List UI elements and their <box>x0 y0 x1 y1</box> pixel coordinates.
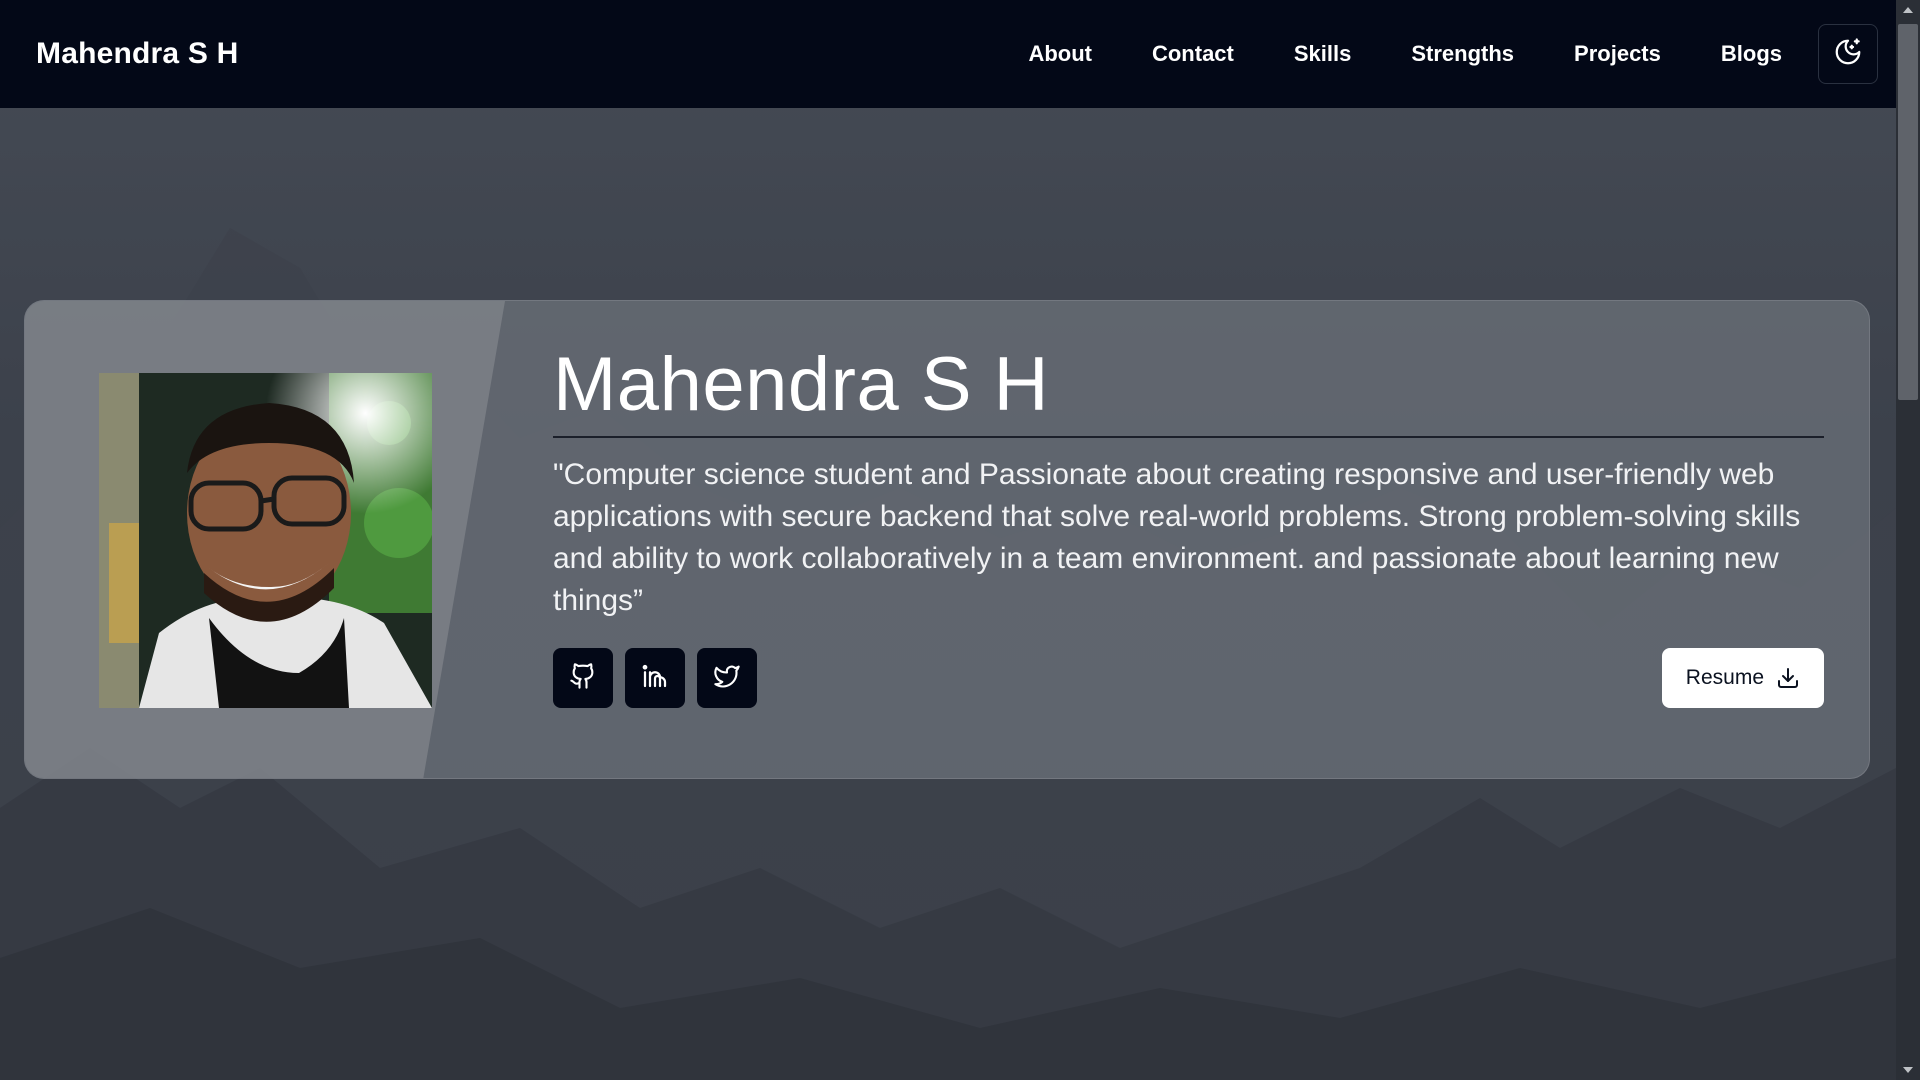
hero-card: Mahendra S H "Computer science student a… <box>24 300 1870 779</box>
name-divider <box>553 436 1824 439</box>
hero-actions: Resume <box>553 648 1824 709</box>
theme-toggle-button[interactable] <box>1818 24 1878 84</box>
resume-label: Resume <box>1685 666 1764 690</box>
linkedin-button[interactable] <box>625 648 685 709</box>
twitter-icon <box>713 662 741 695</box>
nav-link-strengths[interactable]: Strengths <box>1411 41 1514 67</box>
brand-logo[interactable]: Mahendra S H <box>36 37 238 71</box>
navbar: Mahendra S H About Contact Skills Streng… <box>0 0 1896 108</box>
github-icon <box>569 662 597 695</box>
profile-photo <box>99 373 432 708</box>
hero-name: Mahendra S H <box>553 342 1050 427</box>
hero-content: Mahendra S H "Computer science student a… <box>553 341 1847 709</box>
hero-bio: "Computer science student and Passionate… <box>553 458 1801 618</box>
moon-stars-icon <box>1833 37 1863 72</box>
page-background: Mahendra S H "Computer science student a… <box>0 0 1896 1080</box>
scroll-down-arrow-icon[interactable] <box>1896 1060 1920 1080</box>
resume-button[interactable]: Resume <box>1661 648 1824 709</box>
nav-link-blogs[interactable]: Blogs <box>1721 41 1782 67</box>
nav-link-about[interactable]: About <box>1028 41 1092 67</box>
scrollbar[interactable] <box>1896 0 1920 1080</box>
twitter-button[interactable] <box>697 648 757 709</box>
nav-link-contact[interactable]: Contact <box>1152 41 1234 67</box>
github-button[interactable] <box>553 648 613 709</box>
nav-link-skills[interactable]: Skills <box>1294 41 1351 67</box>
download-icon <box>1776 666 1800 690</box>
nav-links: About Contact Skills Strengths Projects … <box>1028 0 1878 108</box>
nav-link-projects[interactable]: Projects <box>1574 41 1661 67</box>
scrollbar-thumb[interactable] <box>1898 24 1918 400</box>
linkedin-icon <box>640 661 670 696</box>
scroll-up-arrow-icon[interactable] <box>1896 0 1920 20</box>
